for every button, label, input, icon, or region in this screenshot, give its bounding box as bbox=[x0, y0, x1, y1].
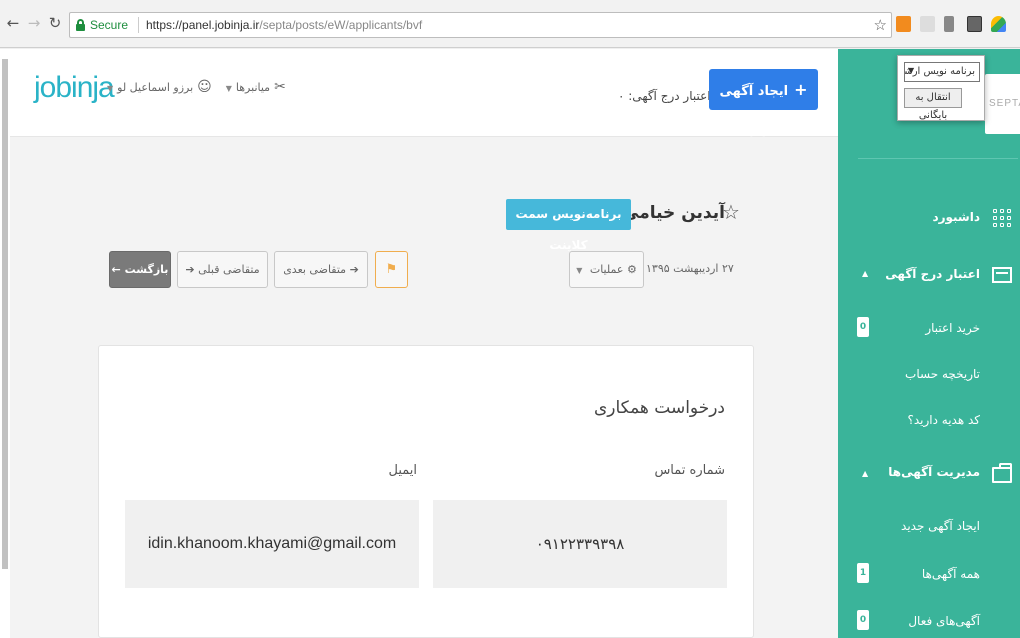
jobinja-logo[interactable]: jobinja bbox=[34, 71, 115, 105]
new-ad-button[interactable]: + ایجاد آگهی جدید bbox=[709, 69, 818, 140]
company-logo[interactable]: SEPTA bbox=[985, 74, 1020, 134]
chevron-down-icon: ▼ bbox=[107, 84, 114, 93]
chevron-up-icon[interactable]: ▲ bbox=[862, 469, 868, 478]
user-menu[interactable]: ✂میانبرها▼ ☺برزو اسماعیل لو▼ bbox=[107, 79, 286, 95]
phone-value: ۰۹۱۲۲۳۳۹۳۹۸ bbox=[433, 500, 727, 588]
chevron-down-icon: ▼ bbox=[225, 84, 232, 93]
url-host: https://panel.jobinja.ir bbox=[146, 18, 260, 32]
extension-select-value: برنامه نویس ارشد bbox=[904, 66, 975, 77]
scrollbar-thumb[interactable] bbox=[2, 59, 8, 569]
next-applicant-label: متقاضی بعدی bbox=[283, 263, 347, 276]
previous-applicant-button[interactable]: متقاضی قبلی ➔ bbox=[177, 251, 268, 288]
select-arrow-icon: ▼ bbox=[908, 66, 915, 75]
sidebar-item-ad-credit[interactable]: اعتبار درج آگهی bbox=[885, 267, 980, 281]
drive-icon[interactable] bbox=[991, 16, 1006, 32]
browser-toolbar: ← → ↻ Secure https://panel.jobinja.ir/se… bbox=[0, 0, 1020, 48]
chevron-down-icon: ▼ bbox=[576, 266, 583, 275]
back-button[interactable]: بازگشت ← bbox=[109, 251, 171, 288]
ad-credit-text: اعتبار درج آگهی: ۰ bbox=[618, 89, 711, 103]
user-icon: ☺ bbox=[197, 79, 212, 95]
move-to-archive-button[interactable]: انتقال به بایگانی bbox=[904, 88, 962, 121]
extension-icon-active[interactable] bbox=[967, 16, 982, 32]
phone-label: شماره تماس bbox=[654, 463, 725, 478]
address-bar[interactable]: Secure https://panel.jobinja.ir/septa/po… bbox=[69, 12, 892, 38]
buy-credit-badge: 0 bbox=[857, 317, 869, 337]
email-value: idin.khanoom.khayami@gmail.com bbox=[125, 500, 419, 588]
shortcut-icon: ✂ bbox=[274, 79, 286, 95]
applicant-name: آیدین خیامی bbox=[622, 203, 725, 223]
next-applicant-button[interactable]: ➔ متقاضی بعدی bbox=[274, 251, 368, 288]
extension-select[interactable]: ▼ برنامه نویس ارشد bbox=[904, 62, 980, 82]
operations-button[interactable]: ⚙ عملیات ▼ bbox=[569, 251, 644, 288]
arrow-back-icon: ← bbox=[111, 263, 121, 276]
extension-icon-gray[interactable] bbox=[920, 16, 935, 32]
previous-applicant-label: متقاضی قبلی bbox=[198, 263, 260, 276]
gear-icon: ⚙ bbox=[626, 263, 637, 276]
credit-icon bbox=[992, 267, 1012, 283]
sidebar-item-active-ads[interactable]: آگهی‌های فعال bbox=[908, 614, 980, 628]
page-header: jobinja ✂میانبرها▼ ☺برزو اسماعیل لو▼ اعت… bbox=[10, 49, 838, 140]
sidebar-divider bbox=[858, 158, 1018, 159]
flag-icon: ⚑ bbox=[385, 262, 398, 277]
arrow-left-icon: ➔ bbox=[185, 263, 195, 276]
sidebar-item-all-ads[interactable]: همه آگهی‌ها bbox=[922, 567, 980, 581]
new-ad-label: ایجاد آگهی جدید bbox=[719, 84, 789, 140]
url-text: https://panel.jobinja.ir/septa/posts/eW/… bbox=[146, 18, 422, 32]
shortcuts-label: میانبرها bbox=[235, 81, 271, 94]
secure-label: Secure bbox=[90, 18, 129, 32]
page-scrollbar[interactable] bbox=[0, 49, 10, 638]
operations-label: عملیات bbox=[589, 263, 624, 276]
sidebar-item-account-history[interactable]: تاریخچه حساب bbox=[905, 367, 980, 381]
sidebar-item-gift-code[interactable]: کد هدیه دارید؟ bbox=[907, 413, 980, 427]
chevron-up-icon[interactable]: ▲ bbox=[862, 269, 868, 278]
sidebar-item-buy-credit[interactable]: خرید اعتبار bbox=[925, 321, 980, 335]
job-badge: برنامه‌نویس سمت کلاینت bbox=[506, 199, 631, 252]
folder-icon bbox=[992, 463, 1012, 483]
applied-date: ۲۷ اردیبهشت ۱۳۹۵ bbox=[646, 262, 734, 275]
company-logo-text: SEPTA bbox=[989, 98, 1020, 109]
email-label: ایمیل bbox=[388, 463, 417, 478]
arrow-right-icon: ➔ bbox=[349, 263, 359, 276]
sidebar: SEPTA داشبورد ▲ اعتبار درج آگهی 0 خرید ا… bbox=[838, 49, 1020, 638]
forward-arrow-icon[interactable]: → bbox=[25, 14, 43, 32]
url-path: /septa/posts/eW/applicants/bvf bbox=[259, 18, 423, 32]
extension-popup: ▼ برنامه نویس ارشد انتقال به بایگانی bbox=[897, 55, 985, 121]
sidebar-item-manage-ads[interactable]: مدیریت آگهی‌ها bbox=[888, 465, 980, 479]
sidebar-item-dashboard[interactable]: داشبورد bbox=[932, 210, 980, 224]
extension-icon-dark[interactable] bbox=[944, 16, 954, 32]
dashboard-icon bbox=[993, 209, 1011, 227]
address-separator bbox=[138, 17, 139, 33]
all-ads-badge: 1 bbox=[857, 563, 869, 583]
card-title: درخواست همکاری bbox=[593, 398, 725, 418]
application-card: درخواست همکاری شماره تماس ایمیل ۰۹۱۲۲۳۳۹… bbox=[98, 345, 754, 638]
bookmark-star-icon[interactable]: ☆ bbox=[874, 16, 887, 34]
back-arrow-icon[interactable]: ← bbox=[4, 14, 22, 32]
sidebar-item-new-ad[interactable]: ایجاد آگهی جدید bbox=[901, 519, 980, 533]
user-name: برزو اسماعیل لو bbox=[117, 81, 194, 94]
lock-icon bbox=[76, 19, 85, 31]
plus-icon: + bbox=[794, 80, 808, 99]
reload-icon[interactable]: ↻ bbox=[46, 14, 64, 32]
extension-icon-orange[interactable] bbox=[896, 16, 911, 32]
active-ads-badge: 0 bbox=[857, 610, 869, 630]
flag-button[interactable]: ⚑ bbox=[375, 251, 408, 288]
back-label: بازگشت bbox=[124, 263, 169, 276]
